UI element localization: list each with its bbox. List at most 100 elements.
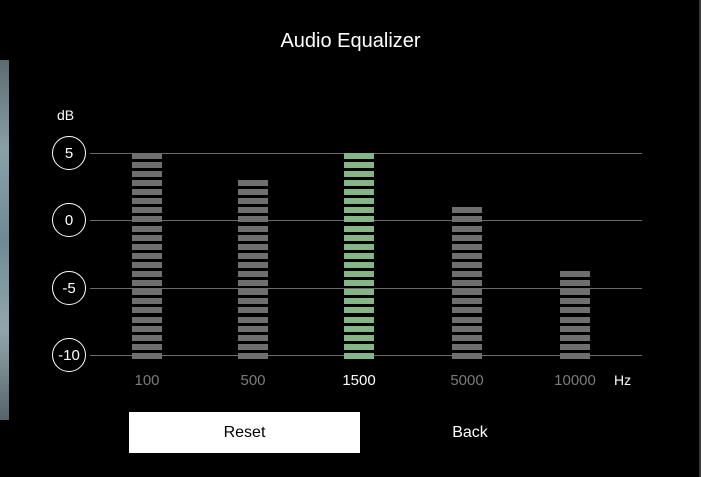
eq-band-500[interactable]: [238, 176, 268, 359]
eq-level-segment: [452, 298, 482, 304]
eq-band-100[interactable]: [132, 149, 162, 359]
eq-level-segment: [452, 216, 482, 222]
eq-level-segment: [560, 280, 590, 286]
eq-level-segment: [344, 307, 374, 313]
eq-level-segment: [132, 226, 162, 232]
eq-level-segment: [344, 171, 374, 177]
eq-level-segment: [560, 335, 590, 341]
eq-level-segment: [452, 271, 482, 277]
eq-level-segment: [344, 253, 374, 259]
eq-level-segment: [132, 271, 162, 277]
eq-level-segment: [238, 216, 268, 222]
eq-level-segment: [344, 216, 374, 222]
eq-level-segment: [344, 207, 374, 213]
eq-level-segment: [452, 289, 482, 295]
eq-level-segment: [560, 298, 590, 304]
eq-level-segment: [344, 162, 374, 168]
eq-level-segment: [452, 307, 482, 313]
reset-button[interactable]: Reset: [129, 412, 360, 453]
eq-level-segment: [344, 326, 374, 332]
eq-level-segment: [452, 344, 482, 350]
eq-level-segment: [132, 207, 162, 213]
eq-level-segment: [132, 162, 162, 168]
eq-level-segment: [560, 326, 590, 332]
eq-level-segment: [344, 262, 374, 268]
eq-level-segment: [560, 271, 590, 277]
eq-level-segment: [132, 307, 162, 313]
eq-level-segment: [344, 317, 374, 323]
eq-level-segment: [238, 180, 268, 186]
dialog-title: Audio Equalizer: [280, 30, 421, 52]
eq-level-segment: [452, 207, 482, 213]
eq-band-10000[interactable]: [560, 270, 590, 359]
eq-band-5000[interactable]: [452, 203, 482, 359]
eq-level-segment: [238, 226, 268, 232]
eq-level-segment: [452, 262, 482, 268]
eq-level-segment: [344, 244, 374, 250]
eq-level-segment: [238, 353, 268, 359]
eq-level-segment: [452, 253, 482, 259]
eq-level-segment: [344, 226, 374, 232]
eq-level-segment: [132, 171, 162, 177]
eq-level-segment: [132, 180, 162, 186]
eq-level-segment: [132, 198, 162, 204]
eq-level-segment: [132, 298, 162, 304]
eq-level-segment: [452, 317, 482, 323]
eq-level-segment: [452, 226, 482, 232]
eq-level-segment: [132, 153, 162, 159]
eq-level-segment: [132, 244, 162, 250]
eq-level-segment: [344, 271, 374, 277]
eq-level-segment: [238, 298, 268, 304]
eq-level-segment: [344, 289, 374, 295]
eq-level-segment: [560, 344, 590, 350]
frequency-label: 500: [240, 372, 266, 389]
eq-band-1500[interactable]: [344, 149, 374, 359]
frequency-label: 1500: [342, 372, 376, 389]
db-scale-label: 5: [52, 136, 86, 170]
y-unit-label: dB: [57, 107, 75, 123]
eq-level-segment: [452, 235, 482, 241]
frequency-label: 10000: [554, 372, 596, 389]
eq-level-segment: [452, 353, 482, 359]
eq-level-segment: [132, 216, 162, 222]
eq-level-segment: [560, 353, 590, 359]
eq-level-segment: [238, 207, 268, 213]
eq-level-segment: [132, 353, 162, 359]
eq-level-segment: [344, 180, 374, 186]
eq-level-segment: [132, 280, 162, 286]
background-app: [0, 60, 9, 420]
eq-level-segment: [238, 235, 268, 241]
eq-level-segment: [344, 189, 374, 195]
eq-level-segment: [132, 335, 162, 341]
back-button[interactable]: Back: [360, 412, 580, 453]
eq-level-segment: [132, 289, 162, 295]
eq-level-segment: [344, 280, 374, 286]
frequency-label: 5000: [450, 372, 484, 389]
frequency-label: 100: [134, 372, 160, 389]
db-scale-label: -5: [52, 271, 86, 305]
eq-level-segment: [344, 344, 374, 350]
eq-level-segment: [238, 344, 268, 350]
eq-level-segment: [132, 235, 162, 241]
eq-level-segment: [238, 280, 268, 286]
eq-level-segment: [238, 189, 268, 195]
eq-level-segment: [132, 262, 162, 268]
eq-level-segment: [452, 326, 482, 332]
eq-level-segment: [238, 317, 268, 323]
eq-level-segment: [238, 307, 268, 313]
eq-level-segment: [238, 289, 268, 295]
x-unit-label: Hz: [614, 372, 632, 388]
eq-level-segment: [238, 253, 268, 259]
eq-level-segment: [344, 235, 374, 241]
eq-level-segment: [132, 344, 162, 350]
eq-level-segment: [452, 244, 482, 250]
eq-level-segment: [344, 198, 374, 204]
eq-level-segment: [344, 353, 374, 359]
eq-level-segment: [132, 317, 162, 323]
eq-level-segment: [452, 280, 482, 286]
eq-level-segment: [344, 335, 374, 341]
eq-level-segment: [344, 153, 374, 159]
eq-level-segment: [560, 289, 590, 295]
eq-level-segment: [238, 262, 268, 268]
eq-level-segment: [560, 307, 590, 313]
